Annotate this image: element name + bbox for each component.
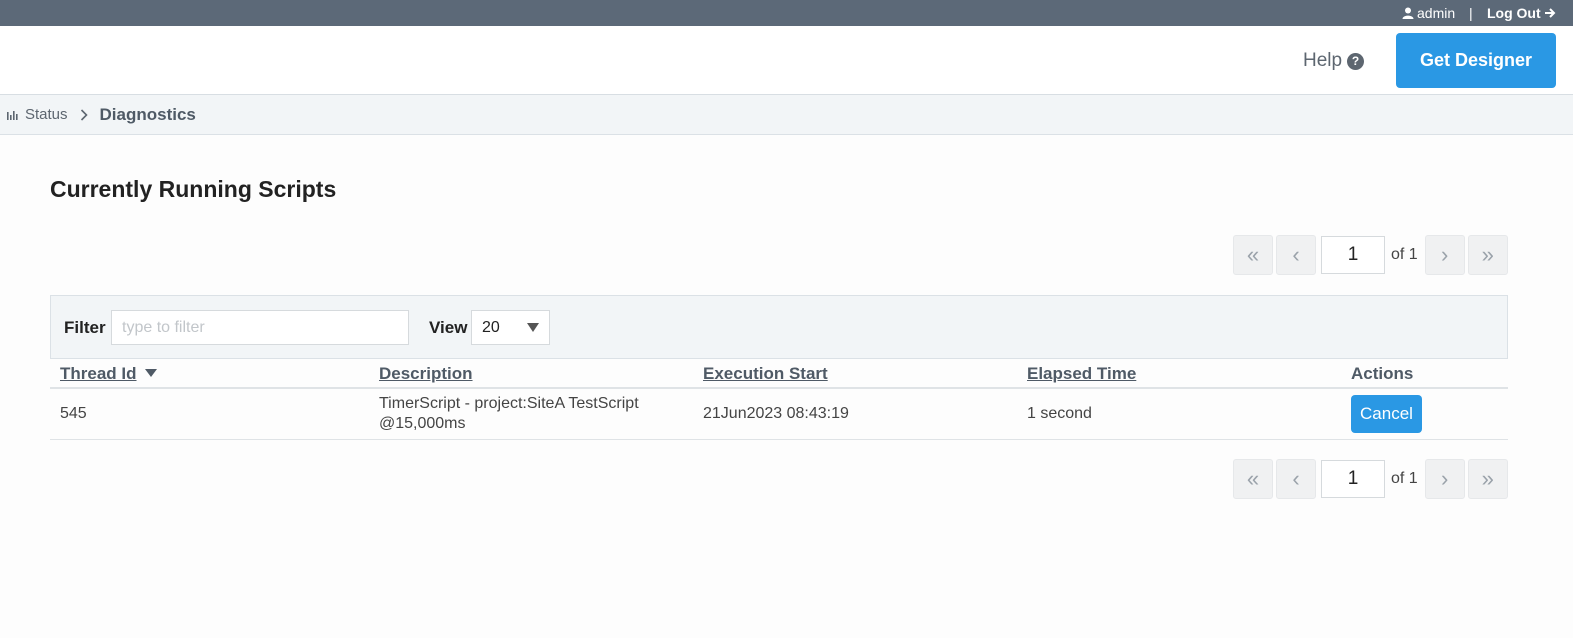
page-size-value: 20	[482, 319, 500, 336]
cell-execution-start: 21Jun2023 08:43:19	[703, 405, 849, 422]
column-header-actions: Actions	[1351, 364, 1414, 383]
prev-page-button[interactable]: ‹	[1276, 235, 1316, 275]
pagination-bottom: « ‹ of 1 › »	[1233, 459, 1511, 499]
caret-down-icon	[527, 323, 539, 332]
filter-bar: Filter View 20	[50, 295, 1508, 359]
logout-label: Log Out	[1487, 5, 1541, 21]
next-page-button[interactable]: ›	[1424, 459, 1465, 499]
get-designer-button[interactable]: Get Designer	[1396, 33, 1556, 88]
filter-input[interactable]	[111, 310, 409, 345]
sort-desc-icon	[144, 369, 157, 377]
first-page-button[interactable]: «	[1233, 459, 1273, 499]
topbar-separator: |	[1469, 5, 1473, 21]
column-header-execution-start[interactable]: Execution Start	[703, 364, 828, 384]
header: Help ? Get Designer	[0, 26, 1573, 95]
page-title: Currently Running Scripts	[50, 176, 337, 202]
cell-description: TimerScript - project:SiteA TestScript @…	[379, 394, 639, 434]
view-label: View	[429, 318, 468, 337]
breadcrumb-status-link[interactable]: Status	[25, 106, 68, 123]
breadcrumb: Status Diagnostics	[0, 95, 1573, 135]
help-link[interactable]: Help ?	[1303, 50, 1365, 72]
column-header-description[interactable]: Description	[379, 364, 473, 384]
description-line: TimerScript - project:SiteA TestScript	[379, 395, 639, 412]
description-line: @15,000ms	[379, 415, 466, 432]
page-size-select[interactable]: 20	[471, 310, 550, 345]
cell-elapsed-time: 1 second	[1027, 405, 1092, 422]
last-page-button[interactable]: »	[1467, 459, 1508, 499]
table-header: Thread Id Description Execution Start El…	[50, 359, 1508, 389]
next-page-button[interactable]: ›	[1424, 235, 1465, 275]
prev-page-button[interactable]: ‹	[1276, 459, 1316, 499]
cancel-button[interactable]: Cancel	[1351, 395, 1422, 433]
pagination-top: « ‹ of 1 › »	[1233, 235, 1511, 275]
column-header-label: Thread Id	[60, 364, 137, 383]
page-count-label: of 1	[1391, 246, 1418, 263]
breadcrumb-current: Diagnostics	[99, 104, 196, 124]
first-page-button[interactable]: «	[1233, 235, 1273, 275]
page-number-input[interactable]	[1321, 236, 1385, 274]
chevron-right-icon	[80, 108, 88, 121]
bar-chart-icon	[7, 110, 18, 120]
filter-label: Filter	[64, 318, 106, 337]
page-number-input[interactable]	[1321, 460, 1385, 498]
column-header-elapsed-time[interactable]: Elapsed Time	[1027, 364, 1136, 384]
user-menu[interactable]: admin	[1402, 5, 1455, 21]
help-icon: ?	[1347, 52, 1365, 70]
table-row: 545 TimerScript - project:SiteA TestScri…	[50, 389, 1508, 440]
user-name: admin	[1417, 5, 1456, 21]
arrow-right-icon	[1544, 8, 1556, 18]
user-icon	[1402, 7, 1414, 19]
page-count-label: of 1	[1391, 470, 1418, 487]
last-page-button[interactable]: »	[1467, 235, 1508, 275]
cell-thread-id: 545	[60, 405, 87, 422]
logout-link[interactable]: Log Out	[1487, 5, 1556, 21]
top-bar: admin | Log Out	[0, 0, 1573, 26]
column-header-thread-id[interactable]: Thread Id	[60, 364, 157, 384]
help-label: Help	[1303, 50, 1343, 71]
